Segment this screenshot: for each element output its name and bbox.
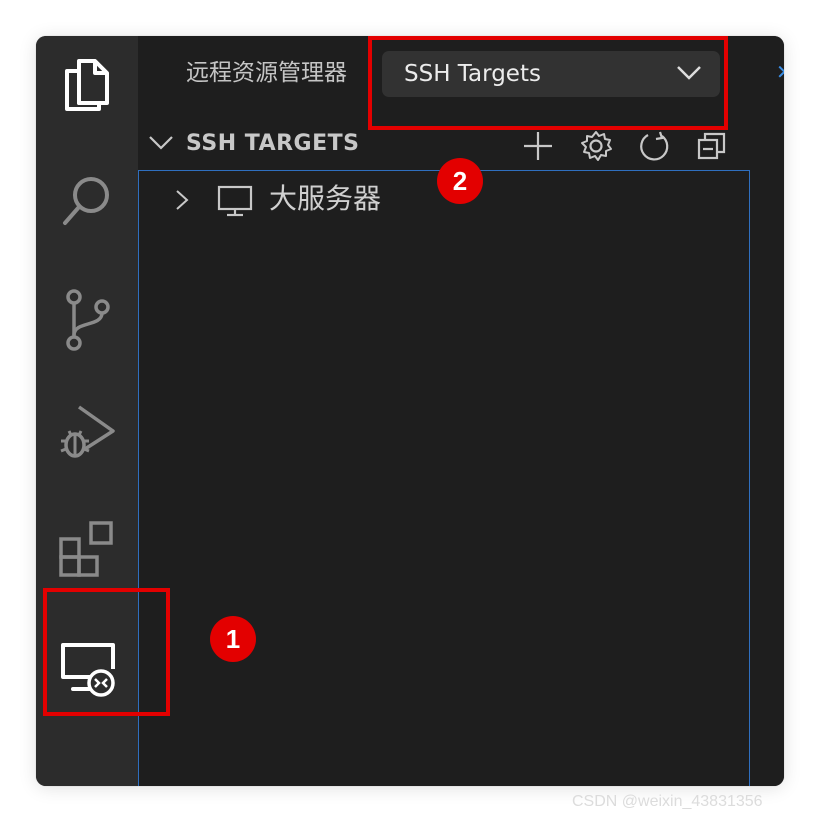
activity-source-control[interactable] [46,278,128,360]
refresh-button[interactable] [636,128,672,164]
configure-button[interactable] [578,128,614,164]
extensions-icon [59,521,113,577]
chevron-down-icon [677,66,701,80]
chevron-right-icon[interactable] [175,189,189,211]
refresh-icon [640,131,669,161]
section-title: SSH TARGETS [186,131,360,156]
collapse-all-icon [697,132,726,160]
vscode-window: 远程资源管理器 SSH Targets ✕ SSH TARGETS [36,36,784,786]
source-control-icon [66,289,110,351]
chevron-down-icon[interactable] [148,134,174,152]
ssh-targets-tree: 大服务器 [138,170,750,786]
annotation-badge-1: 1 [210,616,256,662]
run-debug-icon [60,405,115,458]
collapse-all-button[interactable] [694,128,730,164]
add-icon [524,132,552,160]
remote-explorer-sidebar: 远程资源管理器 SSH Targets ✕ SSH TARGETS [138,36,784,786]
monitor-icon [217,185,253,217]
annotation-badge-2: 2 [437,158,483,204]
activity-bar [36,36,138,786]
search-icon [63,177,109,225]
activity-extensions[interactable] [46,508,128,590]
add-target-button[interactable] [520,128,556,164]
close-icon[interactable]: ✕ [776,62,784,82]
activity-remote-explorer[interactable] [46,626,128,708]
gear-icon [581,131,612,161]
activity-explorer[interactable] [46,44,128,126]
sidebar-title: 远程资源管理器 [186,60,347,86]
ssh-targets-section-header[interactable]: SSH TARGETS [148,128,748,161]
explorer-files-icon [65,59,109,111]
activity-search[interactable] [46,160,128,242]
remote-target-select[interactable]: SSH Targets [382,51,720,97]
activity-run-debug[interactable] [46,392,128,474]
remote-target-selected: SSH Targets [404,61,541,87]
tree-item-label: 大服务器 [269,182,382,215]
watermark: CSDN @weixin_43831356 [572,793,763,810]
remote-explorer-icon [61,643,115,697]
